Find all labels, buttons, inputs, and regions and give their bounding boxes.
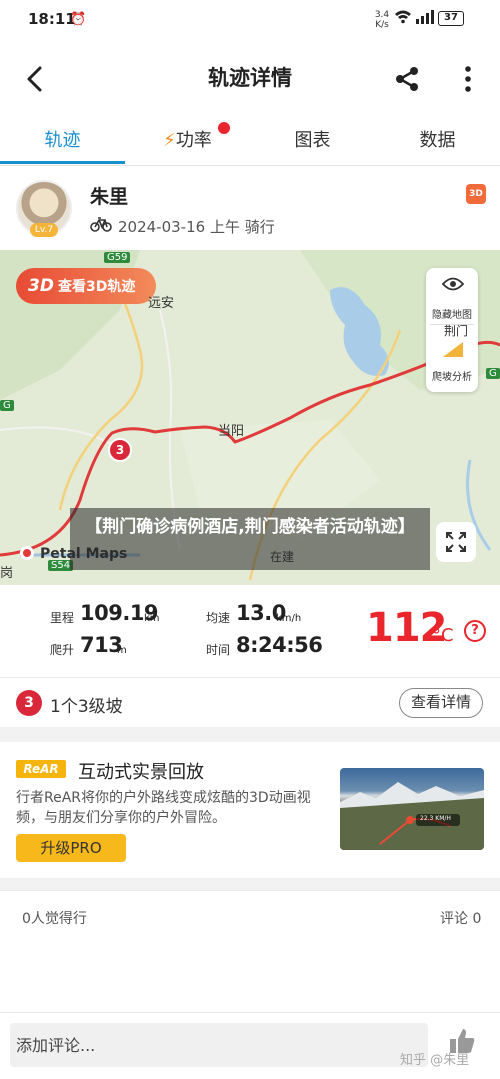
comment-input-bar: 知乎 @朱里 xyxy=(0,1012,500,1079)
hide-map-label[interactable]: 隐藏地图 xyxy=(426,306,478,321)
bike-icon xyxy=(90,216,112,236)
net-speed: 3.4 K/s xyxy=(373,10,391,30)
place-jingmen: 荆门 xyxy=(444,324,469,338)
likes-count[interactable]: 0人觉得行 xyxy=(22,908,87,928)
route-map[interactable]: 3D查看3D轨迹 G59 远安 当阳 岗 G G S54 3 Petal Map… xyxy=(0,250,500,585)
slope-chart-icon[interactable] xyxy=(442,340,464,362)
time-label: 时间 xyxy=(206,643,231,657)
rear-title: 互动式实景回放 xyxy=(78,762,204,783)
expand-icon[interactable] xyxy=(436,522,476,562)
place-gang: 岗 xyxy=(0,566,14,581)
tab-data[interactable]: 数据 xyxy=(375,126,500,152)
share-button[interactable] xyxy=(392,64,422,94)
page-title: 轨迹详情 xyxy=(208,66,292,90)
tab-power[interactable]: ⚡功率 xyxy=(125,126,250,152)
header: 轨迹详情 xyxy=(0,40,500,116)
road-g59: G59 xyxy=(104,252,131,263)
preview-speed-text: 22.3 KM/H xyxy=(420,815,451,822)
slope-count: 1个3级坡 xyxy=(50,697,123,717)
battery-icon: 37 xyxy=(438,11,464,26)
user-row: Lv.7 朱里 2024-03-16 上午 骑行 3D xyxy=(0,166,500,250)
slope-row: 3 1个3级坡 查看详情 xyxy=(0,677,500,727)
eye-icon[interactable] xyxy=(441,276,465,296)
active-tab-indicator xyxy=(0,161,125,164)
comment-input[interactable] xyxy=(10,1023,428,1067)
tab-track[interactable]: 轨迹 xyxy=(0,126,125,152)
speed-unit: km/h xyxy=(276,613,302,624)
help-icon[interactable]: ? xyxy=(464,620,486,642)
comments-summary: 0人觉得行 评论 0 xyxy=(0,890,500,942)
view-details-button[interactable]: 查看详情 xyxy=(399,688,483,718)
3d-badge-icon[interactable]: 3D xyxy=(466,184,486,204)
user-name[interactable]: 朱里 xyxy=(90,182,128,209)
notification-dot xyxy=(218,122,230,134)
distance-unit: km xyxy=(144,613,160,624)
watermark-text: 【荆门确诊病例酒店,荆门感染者活动轨迹】 xyxy=(70,508,430,570)
lightning-icon: ⚡ xyxy=(163,130,176,151)
slope-analysis-label[interactable]: 爬坡分析 xyxy=(426,368,478,383)
temperature-unit: °C xyxy=(432,625,454,646)
rear-preview-image[interactable]: 22.3 KM/H xyxy=(340,768,484,850)
status-bar: 18:11 ⏰ 3.4 K/s 37 xyxy=(0,0,500,40)
time-value: 8:24:56 xyxy=(236,633,323,657)
start-marker xyxy=(20,546,34,560)
slope-marker[interactable]: 3 xyxy=(108,438,132,462)
comments-area xyxy=(0,942,500,1012)
view-3d-track-button[interactable]: 3D 查看3D轨迹 xyxy=(16,268,156,304)
level-badge: Lv.7 xyxy=(30,223,58,237)
tab-power-label: 功率 xyxy=(175,130,212,151)
speed-label: 均速 xyxy=(206,611,231,625)
signal-icon xyxy=(414,10,434,28)
activity-date: 2024-03-16 上午 骑行 xyxy=(118,218,275,236)
climb-unit: m xyxy=(117,645,127,656)
road-g-left: G xyxy=(0,400,14,411)
climb-value: 713 xyxy=(80,633,123,657)
stats-panel: 里程 109.19 km 均速 13.0 km/h 爬升 713 m 时间 8:… xyxy=(0,585,500,677)
road-g: G xyxy=(486,368,500,379)
zhihu-watermark: 知乎 @朱里 xyxy=(400,1053,470,1068)
alarm-icon: ⏰ xyxy=(70,12,87,27)
distance-label: 里程 xyxy=(50,611,75,625)
place-dangyang: 当阳 xyxy=(218,424,245,439)
btn-3d-prefix: 3D xyxy=(28,276,54,296)
wifi-icon xyxy=(394,10,412,28)
upgrade-pro-button[interactable]: 升级PRO xyxy=(16,834,126,862)
place-an: 远安 xyxy=(148,296,175,311)
rear-promo-card[interactable]: ReAR 互动式实景回放 行者ReAR将你的户外路线变成炫酷的3D动画视频，与朋… xyxy=(0,742,500,878)
comment-count[interactable]: 评论 0 xyxy=(440,908,481,928)
net-speed-unit: K/s xyxy=(375,20,389,30)
tab-bar: 轨迹 ⚡功率 图表 数据 xyxy=(0,116,500,166)
climb-label: 爬升 xyxy=(50,643,75,657)
rear-logo: ReAR xyxy=(16,760,66,778)
btn-3d-label: 查看3D轨迹 xyxy=(57,279,136,295)
rear-description: 行者ReAR将你的户外路线变成炫酷的3D动画视频，与朋友们分享你的户外冒险。 xyxy=(16,790,311,826)
mountain-preview-icon xyxy=(340,782,484,850)
more-button[interactable] xyxy=(458,64,478,94)
slope-level-badge: 3 xyxy=(16,690,42,716)
status-time: 18:11 xyxy=(28,10,76,28)
tab-charts[interactable]: 图表 xyxy=(250,126,375,152)
net-speed-value: 3.4 xyxy=(374,10,390,20)
